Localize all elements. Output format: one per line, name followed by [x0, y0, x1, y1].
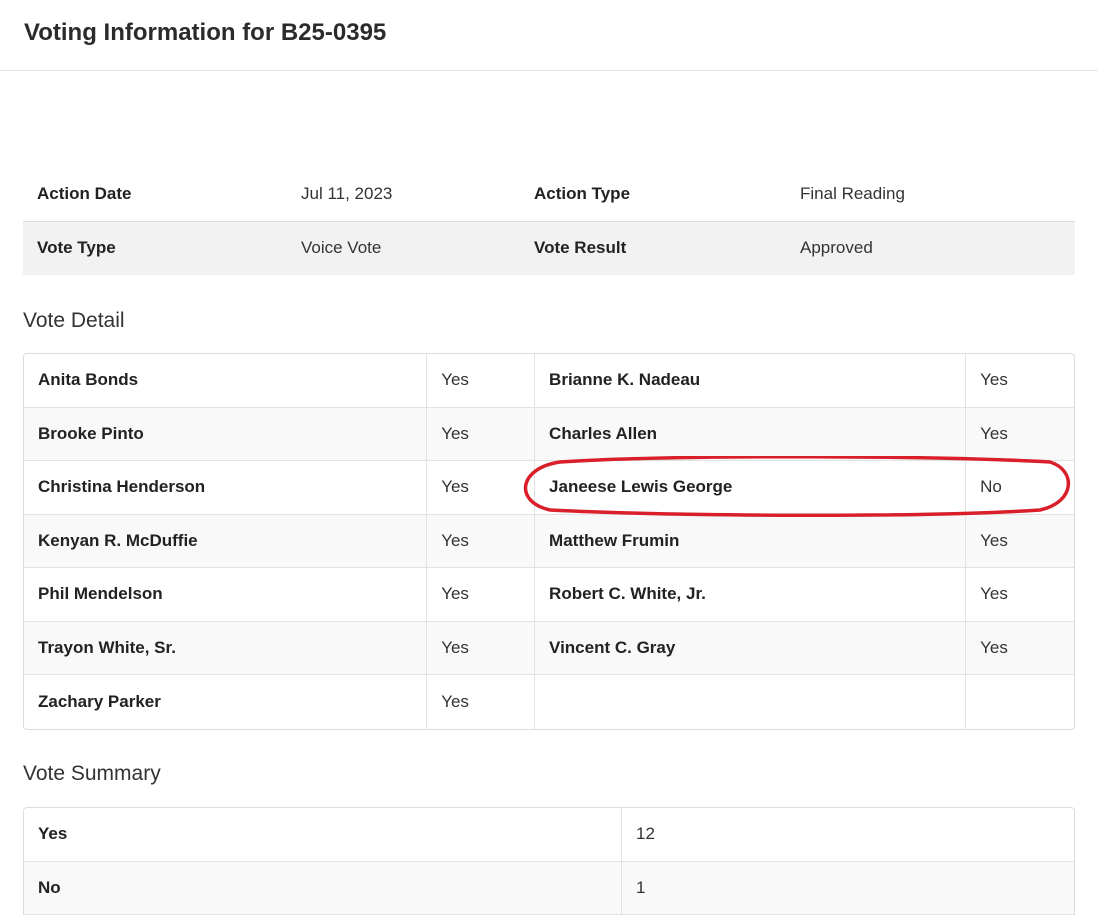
member-vote: Yes	[426, 675, 534, 729]
vote-type-label: Vote Type	[23, 221, 287, 275]
member-name: Trayon White, Sr.	[24, 621, 427, 675]
member-name: Charles Allen	[534, 407, 966, 461]
table-row: No 1	[24, 861, 1074, 915]
member-vote: Yes	[965, 621, 1074, 675]
page-title: Voting Information for B25-0395	[24, 19, 387, 46]
member-vote: Yes	[426, 568, 535, 622]
info-row-action: Action Date Jul 11, 2023 Action Type Fin…	[23, 167, 1075, 222]
table-row: Trayon White, Sr. Yes Vincent C. Gray Ye…	[24, 621, 1074, 675]
table-row: Anita Bonds Yes Brianne K. Nadeau Yes	[24, 354, 1074, 408]
member-vote: Yes	[426, 621, 535, 675]
member-name: Brianne K. Nadeau	[534, 354, 966, 408]
table-row: Christina Henderson Yes Janeese Lewis Ge…	[24, 461, 1074, 515]
action-type-label: Action Type	[520, 167, 786, 222]
member-name: Zachary Parker	[38, 691, 161, 711]
member-name: Matthew Frumin	[534, 514, 966, 568]
member-vote: Yes	[965, 568, 1074, 622]
summary-label: No	[24, 861, 621, 915]
member-vote: Yes	[426, 514, 535, 568]
member-name-highlighted: Janeese Lewis George	[534, 461, 966, 515]
member-vote-highlighted: No	[965, 461, 1074, 515]
member-name: Anita Bonds	[24, 354, 427, 408]
member-name: Phil Mendelson	[24, 568, 427, 622]
member-vote: Yes	[965, 514, 1074, 568]
table-row: Brooke Pinto Yes Charles Allen Yes	[24, 407, 1074, 461]
table-row: Yes 12	[24, 808, 1074, 862]
member-vote: Yes	[965, 354, 1074, 408]
info-row-vote: Vote Type Voice Vote Vote Result Approve…	[23, 221, 1075, 275]
member-name: Brooke Pinto	[24, 407, 427, 461]
page-header: Voting Information for B25-0395	[0, 0, 1098, 71]
member-vote: Yes	[426, 407, 535, 461]
vote-detail-heading: Vote Detail	[23, 309, 125, 332]
table-row: Zachary Parker Yes	[24, 675, 1074, 729]
action-type-value: Final Reading	[786, 167, 1075, 222]
summary-value: 1	[621, 861, 1074, 915]
summary-value: 12	[621, 808, 1074, 862]
member-name: Vincent C. Gray	[534, 621, 966, 675]
action-date-label: Action Date	[23, 167, 287, 222]
vote-result-value: Approved	[786, 221, 1075, 275]
vote-type-value: Voice Vote	[287, 221, 520, 275]
page: Voting Information for B25-0395 Action D…	[0, 0, 1098, 916]
summary-label: Yes	[24, 808, 621, 862]
empty-cell	[534, 675, 965, 729]
vote-summary-heading: Vote Summary	[23, 762, 161, 785]
vote-summary-table: Yes 12 No 1	[23, 807, 1075, 915]
member-name: Christina Henderson	[24, 461, 427, 515]
member-name: Robert C. White, Jr.	[534, 568, 966, 622]
empty-cell	[965, 675, 1074, 729]
action-date-value: Jul 11, 2023	[287, 167, 520, 222]
table-row: Kenyan R. McDuffie Yes Matthew Frumin Ye…	[24, 514, 1074, 568]
table-row: Phil Mendelson Yes Robert C. White, Jr. …	[24, 568, 1074, 622]
vote-detail-table: Anita Bonds Yes Brianne K. Nadeau Yes Br…	[23, 353, 1075, 730]
vote-result-label: Vote Result	[520, 221, 786, 275]
member-vote: Yes	[426, 461, 535, 515]
member-vote: Yes	[965, 407, 1074, 461]
action-info-table: Action Date Jul 11, 2023 Action Type Fin…	[23, 167, 1075, 275]
member-name: Kenyan R. McDuffie	[24, 514, 427, 568]
member-vote: Yes	[426, 354, 535, 408]
